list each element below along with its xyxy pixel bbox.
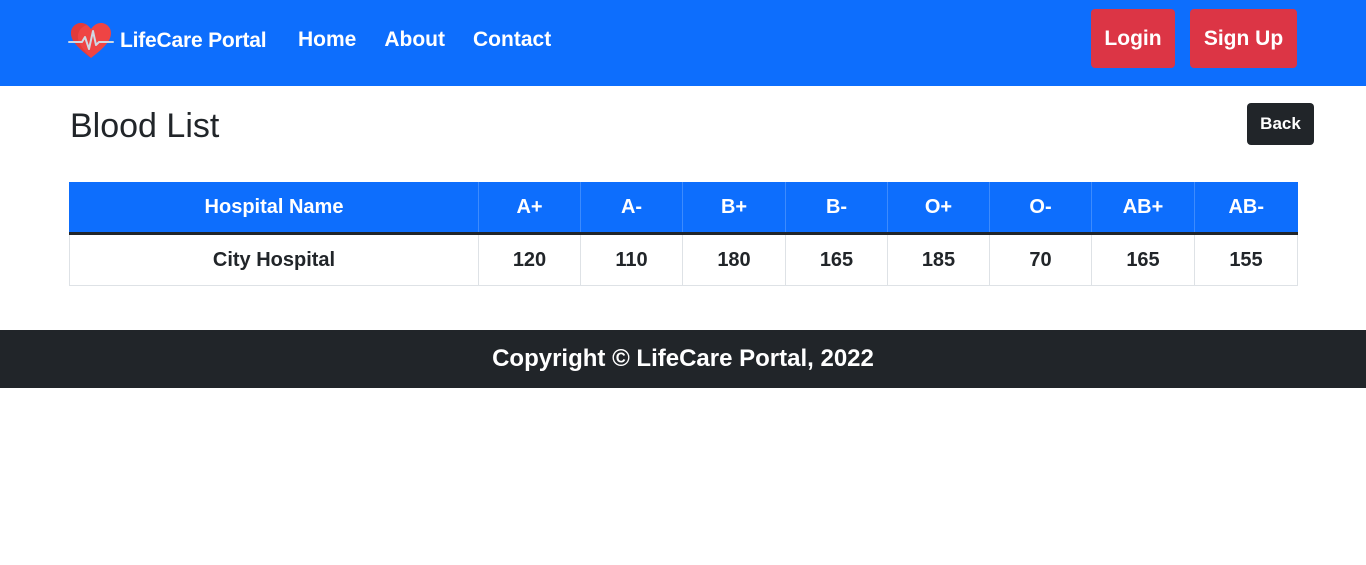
- header-ab-negative: AB-: [1194, 182, 1298, 235]
- header-a-positive: A+: [478, 182, 581, 235]
- back-button[interactable]: Back: [1247, 103, 1314, 145]
- blood-stock-table: Hospital Name A+ A- B+ B- O+ O- AB+ AB- …: [69, 182, 1298, 286]
- nav-about-link[interactable]: About: [384, 26, 445, 54]
- brand-name: LifeCare Portal: [120, 29, 267, 52]
- heart-pulse-icon: [68, 21, 114, 61]
- nav-menu: Home About Contact: [298, 26, 579, 54]
- signup-button[interactable]: Sign Up: [1190, 9, 1297, 68]
- cell-hospital-name: City Hospital: [69, 233, 479, 286]
- footer: Copyright © LifeCare Portal, 2022: [0, 330, 1366, 388]
- cell-ab-negative: 155: [1194, 233, 1298, 286]
- cell-o-negative: 70: [989, 233, 1092, 286]
- header-hospital-name: Hospital Name: [69, 182, 479, 235]
- header-b-negative: B-: [785, 182, 888, 235]
- table-header-row: Hospital Name A+ A- B+ B- O+ O- AB+ AB-: [69, 182, 1298, 235]
- page-title: Blood List: [70, 107, 220, 145]
- cell-a-negative: 110: [580, 233, 683, 286]
- cell-ab-positive: 165: [1091, 233, 1195, 286]
- nav-home-link[interactable]: Home: [298, 26, 356, 54]
- cell-b-negative: 165: [785, 233, 888, 286]
- cell-b-positive: 180: [682, 233, 786, 286]
- header-ab-positive: AB+: [1091, 182, 1195, 235]
- login-button[interactable]: Login: [1091, 9, 1175, 68]
- brand-link[interactable]: LifeCare Portal: [68, 20, 267, 62]
- cell-o-positive: 185: [887, 233, 990, 286]
- footer-copyright: Copyright © LifeCare Portal, 2022: [492, 345, 874, 372]
- header-o-positive: O+: [887, 182, 990, 235]
- cell-a-positive: 120: [478, 233, 581, 286]
- table-row: City Hospital 120 110 180 165 185 70 165…: [69, 233, 1298, 286]
- navbar: LifeCare Portal Home About Contact Login…: [0, 0, 1366, 86]
- header-a-negative: A-: [580, 182, 683, 235]
- header-o-negative: O-: [989, 182, 1092, 235]
- header-b-positive: B+: [682, 182, 786, 235]
- nav-contact-link[interactable]: Contact: [473, 26, 551, 54]
